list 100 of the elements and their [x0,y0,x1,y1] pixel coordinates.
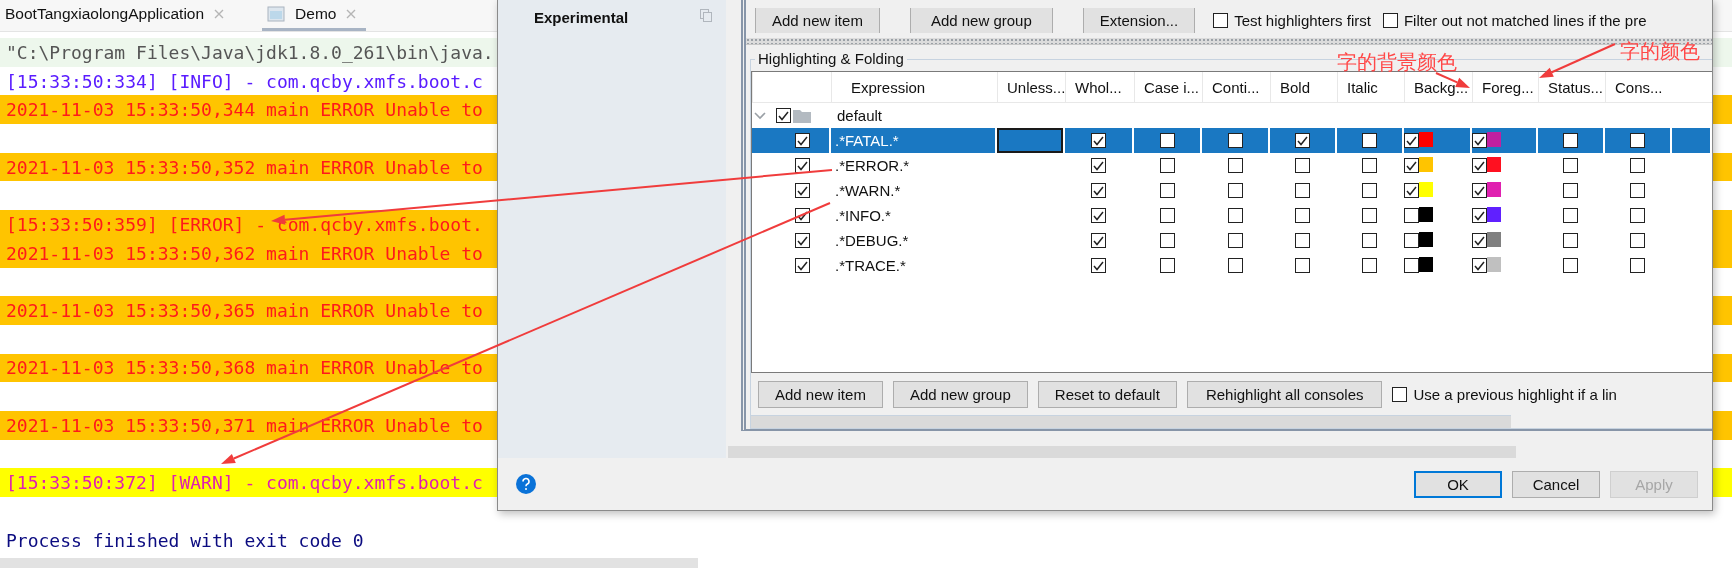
checkbox[interactable] [1295,208,1310,223]
checkbox[interactable] [795,233,810,248]
console-tab[interactable]: BootTangxiaolongApplication [0,0,235,31]
checkbox[interactable] [1295,158,1310,173]
checkbox[interactable] [1630,208,1645,223]
checkbox[interactable] [1159,208,1175,223]
color-swatch[interactable] [1419,157,1433,172]
checkbox[interactable] [1295,258,1310,273]
checkbox[interactable] [1091,183,1106,198]
scrollbar[interactable] [751,415,1511,428]
checkbox[interactable] [1091,233,1106,248]
checkbox[interactable] [1472,258,1487,273]
checkbox[interactable] [1472,208,1487,223]
checkbox[interactable] [1362,158,1377,173]
color-swatch[interactable] [1419,207,1433,222]
checkbox[interactable] [1472,133,1487,148]
color-swatch[interactable] [1487,182,1501,197]
selected-row[interactable]: .*FATAL.* [752,128,1712,153]
checkbox[interactable] [1563,158,1578,173]
dialog-button[interactable]: Cancel [1512,470,1600,498]
column-header[interactable]: Whol... [1075,78,1122,96]
help-icon[interactable] [516,474,536,494]
expression-text[interactable]: .*ERROR.* [835,157,910,174]
checkbox[interactable] [1159,158,1175,173]
checkbox[interactable] [1472,183,1487,198]
checkbox[interactable] [1362,258,1377,273]
checkbox[interactable] [1392,387,1408,402]
checkbox[interactable] [1563,183,1578,198]
checkbox[interactable] [1563,208,1578,223]
checkbox[interactable] [1472,233,1487,248]
checkbox[interactable] [1295,233,1310,248]
expression-text[interactable]: .*FATAL.* [835,132,899,149]
checkbox[interactable] [1404,158,1419,173]
color-swatch[interactable] [1419,182,1433,197]
checkbox[interactable] [1159,133,1175,148]
checkbox[interactable] [1362,133,1377,148]
checkbox[interactable] [1362,233,1377,248]
checkbox[interactable] [1227,258,1243,273]
cell-editor[interactable] [997,128,1063,153]
checkbox[interactable] [1227,233,1243,248]
color-swatch[interactable] [1487,232,1501,247]
checkbox[interactable] [1227,158,1243,173]
checkbox[interactable] [1295,133,1310,148]
color-swatch[interactable] [1487,257,1501,272]
checkbox[interactable] [1404,258,1419,273]
checkbox[interactable] [1563,233,1578,248]
checkbox[interactable] [1630,183,1645,198]
column-header[interactable]: Expression [851,78,926,96]
checkbox[interactable] [1404,133,1419,148]
group-name[interactable]: default [837,107,883,124]
checkbox[interactable] [1159,183,1175,198]
color-swatch[interactable] [1487,157,1501,172]
toolbar-button[interactable]: Extension... [1082,8,1196,33]
console-tab[interactable]: Demo [262,0,367,31]
expression-text[interactable]: .*INFO.* [835,207,891,224]
expression-text[interactable]: .*TRACE.* [835,257,906,274]
checkbox[interactable] [1091,133,1106,148]
table-button[interactable]: Add new item [758,381,883,408]
toolbar-button[interactable]: Add new item [755,8,880,33]
color-swatch[interactable] [1419,232,1433,247]
checkbox[interactable] [776,108,791,123]
checkbox[interactable] [1563,258,1578,273]
checkbox[interactable] [1362,208,1377,223]
table-button[interactable]: Rehighlight all consoles [1186,381,1383,408]
column-header[interactable]: Italic [1347,78,1378,96]
checkbox[interactable] [1091,208,1106,223]
table-button[interactable]: Add new group [892,381,1028,408]
color-swatch[interactable] [1419,257,1433,272]
color-swatch[interactable] [1419,132,1433,147]
column-header[interactable]: Foreg... [1482,78,1534,96]
checkbox[interactable] [1362,183,1377,198]
checkbox[interactable] [1159,233,1175,248]
checkbox[interactable] [1404,208,1419,223]
column-header[interactable]: Status... [1548,78,1604,96]
checkbox[interactable] [1227,208,1243,223]
checkbox[interactable] [1630,233,1645,248]
checkbox[interactable] [1404,183,1419,198]
scrollbar[interactable] [0,558,698,568]
column-header[interactable]: Backg... [1414,78,1469,96]
column-header[interactable]: Unless... [1007,78,1065,96]
checkbox[interactable] [1630,133,1645,148]
checkbox[interactable] [1091,258,1106,273]
checkbox[interactable] [795,133,810,148]
toolbar-button[interactable]: Add new group [909,8,1053,33]
table-button[interactable]: Reset to default [1037,381,1177,408]
checkbox[interactable] [1563,133,1578,148]
checkbox[interactable] [1159,258,1175,273]
checkbox[interactable] [795,258,810,273]
checkbox[interactable] [1404,233,1419,248]
checkbox[interactable] [1213,12,1229,28]
color-swatch[interactable] [1487,132,1501,147]
checkbox[interactable] [1382,12,1398,28]
column-header[interactable]: Case i... [1144,78,1200,96]
checkbox[interactable] [1295,183,1310,198]
checkbox[interactable] [795,183,810,198]
expression-text[interactable]: .*DEBUG.* [835,232,909,249]
dialog-button[interactable]: OK [1414,470,1502,498]
column-header[interactable]: Bold [1280,78,1311,96]
checkbox[interactable] [1227,183,1243,198]
checkbox[interactable] [1472,158,1487,173]
